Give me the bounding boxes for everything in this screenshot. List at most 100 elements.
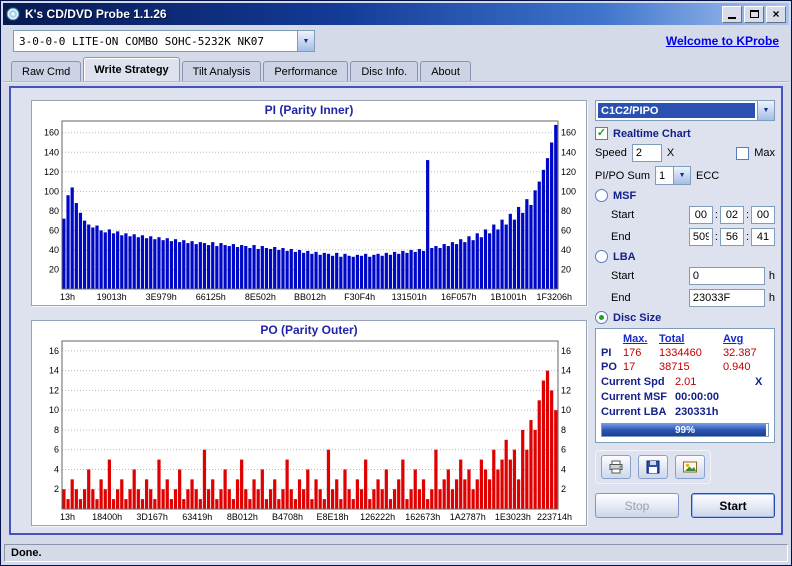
svg-text:8B012h: 8B012h bbox=[227, 512, 258, 522]
tab-tilt-analysis[interactable]: Tilt Analysis bbox=[181, 61, 262, 81]
window-controls: × bbox=[722, 5, 786, 23]
tab-about[interactable]: About bbox=[420, 61, 471, 81]
lba-end-input[interactable] bbox=[688, 289, 765, 307]
msf-start-label: Start bbox=[611, 209, 635, 221]
lba-end-row: End h bbox=[611, 289, 775, 307]
maximize-button[interactable] bbox=[744, 5, 764, 23]
msf-start-frame-input[interactable] bbox=[751, 206, 775, 224]
mode-select-value: C1C2/PIPO bbox=[598, 103, 755, 118]
current-speed-unit: X bbox=[755, 376, 763, 388]
mode-select[interactable]: C1C2/PIPO ▼ bbox=[595, 100, 775, 121]
save-button[interactable] bbox=[638, 455, 668, 479]
svg-text:160: 160 bbox=[44, 128, 59, 138]
save-image-button[interactable] bbox=[675, 455, 705, 479]
save-icon bbox=[646, 460, 660, 474]
svg-text:131501h: 131501h bbox=[392, 292, 427, 302]
tab-raw-cmd[interactable]: Raw Cmd bbox=[11, 61, 82, 81]
svg-text:16F057h: 16F057h bbox=[441, 292, 477, 302]
svg-text:162673h: 162673h bbox=[405, 512, 440, 522]
maximize-icon bbox=[749, 10, 759, 18]
chevron-down-icon[interactable]: ▼ bbox=[757, 101, 774, 120]
svg-text:8E502h: 8E502h bbox=[245, 292, 276, 302]
lba-start-unit: h bbox=[768, 270, 775, 282]
tab-write-strategy[interactable]: Write Strategy bbox=[83, 57, 180, 81]
close-icon: × bbox=[772, 7, 780, 21]
svg-text:4: 4 bbox=[54, 464, 59, 474]
pipo-sum-select[interactable]: 1 ▼ bbox=[655, 166, 692, 185]
time-separator: : bbox=[714, 209, 718, 221]
minimize-button[interactable] bbox=[722, 5, 742, 23]
stop-button[interactable]: Stop bbox=[595, 493, 679, 518]
current-speed-label: Current Spd bbox=[601, 376, 665, 388]
chevron-down-icon[interactable]: ▼ bbox=[297, 31, 314, 51]
progress-bar: 99% bbox=[601, 423, 769, 437]
svg-text:140: 140 bbox=[44, 147, 59, 157]
svg-text:4: 4 bbox=[561, 464, 566, 474]
drive-row: 3-0-0-0 LITE-ON COMBO SOHC-5232K NK07 ▼ … bbox=[3, 25, 789, 57]
time-separator: : bbox=[714, 231, 718, 243]
svg-text:13h: 13h bbox=[60, 512, 75, 522]
pi-chart: PI (Parity Inner) 20 20 40 40 60 60 80 80 100 100… bbox=[31, 100, 587, 306]
stats-po-label: PO bbox=[601, 361, 617, 373]
svg-text:60: 60 bbox=[49, 225, 59, 235]
chevron-down-icon[interactable]: ▼ bbox=[673, 167, 691, 184]
app-window: K's CD/DVD Probe 1.1.26 × 3-0-0-0 LITE-O… bbox=[0, 0, 792, 566]
current-speed-row: Current Spd 2.01 X bbox=[601, 376, 769, 388]
speed-label: Speed bbox=[595, 147, 627, 159]
msf-radio[interactable] bbox=[595, 189, 608, 202]
max-speed-checkbox[interactable]: ✓ bbox=[736, 146, 750, 160]
msf-end-sec-input[interactable] bbox=[719, 228, 744, 246]
print-button[interactable] bbox=[601, 455, 631, 479]
disc-size-radio[interactable] bbox=[595, 311, 608, 324]
drive-select[interactable]: 3-0-0-0 LITE-ON COMBO SOHC-5232K NK07 ▼ bbox=[13, 30, 315, 52]
svg-text:8: 8 bbox=[54, 425, 59, 435]
minimize-icon bbox=[728, 17, 736, 19]
stats-header-avg: Avg bbox=[723, 333, 744, 345]
svg-text:13h: 13h bbox=[60, 292, 75, 302]
pipo-sum-value: 1 bbox=[659, 169, 666, 182]
msf-start-min-input[interactable] bbox=[688, 206, 713, 224]
po-chart-title: PO (Parity Outer) bbox=[260, 323, 358, 337]
start-button[interactable]: Start bbox=[691, 493, 775, 518]
svg-text:16: 16 bbox=[561, 346, 571, 356]
svg-text:12: 12 bbox=[49, 385, 59, 395]
realtime-chart-checkbox[interactable]: ✓ bbox=[595, 127, 608, 140]
tab-disc-info[interactable]: Disc Info. bbox=[350, 61, 419, 81]
lba-label: LBA bbox=[613, 250, 636, 263]
svg-text:14: 14 bbox=[561, 366, 571, 376]
speed-input[interactable] bbox=[631, 144, 662, 162]
current-lba-value: 230331h bbox=[675, 406, 719, 418]
status-text: Done. bbox=[11, 546, 42, 559]
tab-separator bbox=[3, 81, 789, 83]
control-panel: C1C2/PIPO ▼ ✓ Realtime Chart Speed X ✓ M… bbox=[595, 100, 775, 518]
svg-text:1A2787h: 1A2787h bbox=[450, 512, 486, 522]
close-button[interactable]: × bbox=[766, 5, 786, 23]
export-button-group bbox=[595, 450, 711, 484]
msf-start-sec-input[interactable] bbox=[719, 206, 744, 224]
lba-start-input[interactable] bbox=[688, 267, 765, 285]
svg-text:160: 160 bbox=[561, 128, 576, 138]
stats-panel: Max. Total Avg PI 176 1334460 32.387 PO … bbox=[595, 328, 775, 443]
current-msf-value: 00:00:00 bbox=[675, 391, 720, 403]
current-msf-label: Current MSF bbox=[601, 391, 667, 403]
disc-size-radio-row: Disc Size bbox=[595, 311, 775, 324]
svg-text:10: 10 bbox=[49, 405, 59, 415]
msf-end-min-input[interactable] bbox=[688, 228, 713, 246]
svg-text:6: 6 bbox=[54, 445, 59, 455]
svg-text:66125h: 66125h bbox=[196, 292, 226, 302]
msf-end-frame-input[interactable] bbox=[751, 228, 775, 246]
status-field: Done. bbox=[4, 543, 788, 562]
ecc-label: ECC bbox=[696, 169, 720, 182]
stats-po-max: 17 bbox=[623, 361, 636, 373]
svg-text:18400h: 18400h bbox=[92, 512, 122, 522]
current-msf-row: Current MSF 00:00:00 bbox=[601, 391, 769, 403]
svg-text:63419h: 63419h bbox=[182, 512, 212, 522]
lba-end-label: End bbox=[611, 292, 631, 304]
tab-performance[interactable]: Performance bbox=[263, 61, 349, 81]
disc-size-label: Disc Size bbox=[613, 311, 662, 324]
welcome-link[interactable]: Welcome to KProbe bbox=[666, 34, 779, 48]
msf-end-label: End bbox=[611, 231, 631, 243]
lba-radio[interactable] bbox=[595, 250, 608, 263]
speed-unit-label: X bbox=[666, 147, 675, 159]
time-separator: : bbox=[745, 231, 749, 243]
